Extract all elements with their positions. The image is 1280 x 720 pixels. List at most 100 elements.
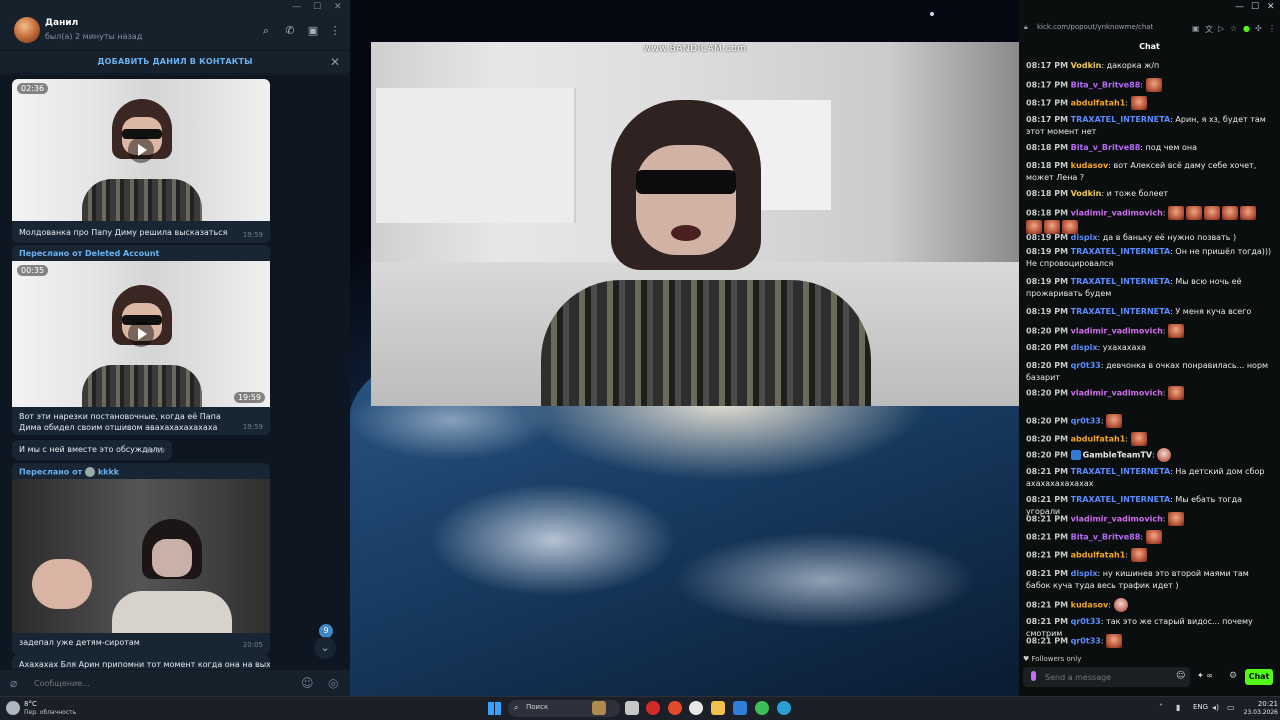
text-message[interactable]: И мы с ней вместе это обсуждали 19:59 [12,440,172,460]
chat-username[interactable]: TRAXATEL_INTERNETA [1071,247,1171,256]
video-thumbnail[interactable] [12,479,270,633]
more-menu-icon[interactable]: ⋮ [1268,24,1276,33]
url-text[interactable]: kick.com/popout/ynknowme/chat [1037,23,1153,31]
emote-icon[interactable] [1240,206,1257,220]
chrome-icon[interactable] [668,701,682,715]
video-thumbnail[interactable]: 00:35 19:59 [12,261,270,407]
close-icon[interactable]: ✕ [334,2,342,12]
video-thumbnail[interactable]: 02:36 [12,79,270,221]
chat-message-list[interactable]: 08:17 PM Vodkin: дакорка ж/п 08:17 PM Bit… [1026,60,1274,650]
chat-message[interactable]: 08:20 PM qr0t33: [1026,414,1274,428]
emote-icon[interactable] [1157,448,1172,462]
puzzle-icon[interactable]: ✣ [1255,24,1262,33]
telegram-icon[interactable] [777,701,791,715]
speaker-icon[interactable]: ◂) [1212,703,1219,712]
attach-icon[interactable]: ⌀ [10,676,17,690]
chat-message[interactable]: 08:18 PM Vodkin: и тоже болеет [1026,188,1274,200]
mic-icon[interactable] [1031,671,1036,681]
minimize-icon[interactable]: — [292,2,301,12]
translate-icon[interactable]: 文 [1205,24,1213,35]
chat-username[interactable]: TRAXATEL_INTERNETA [1071,115,1171,124]
emote-icon[interactable] [1222,206,1239,220]
chat-input-box[interactable]: ☺ [1023,667,1190,687]
play-icon[interactable] [128,137,154,163]
chat-username[interactable]: vladimir_vadimovich [1071,327,1163,336]
emote-icon[interactable] [1106,414,1123,428]
chat-message[interactable]: 08:19 PM TRAXATEL_INTERNETA: Мы всю ночь… [1026,276,1274,300]
chat-username[interactable]: TRAXATEL_INTERNETA [1071,495,1171,504]
chat-message[interactable]: 08:19 PM TRAXATEL_INTERNETA: Он не пришё… [1026,246,1274,270]
chat-message[interactable]: 08:21 PM dispix: ну кишинев это второй м… [1026,568,1274,592]
chat-message[interactable]: 08:21 PM TRAXATEL_INTERNETA: На детский … [1026,466,1274,490]
chat-username[interactable]: Bita_v_Britve88 [1071,533,1141,542]
search-highlight-icon[interactable] [592,701,606,715]
utorrent-icon[interactable] [755,701,769,715]
emote-icon[interactable] [1145,78,1162,92]
windows-start-icon[interactable] [488,702,501,715]
emote-icon[interactable] [1186,206,1203,220]
chat-username[interactable]: Bita_v_Britve88 [1071,81,1141,90]
add-contact-bar[interactable]: ДОБАВИТЬ ДАНИЛ В КОНТАКТЫ ✕ [0,50,350,74]
folder-icon[interactable] [711,701,725,715]
search-icon[interactable]: ⌕ [259,24,273,38]
forwarded-from[interactable]: Переслано от kkkk [19,467,119,477]
avatar[interactable] [14,17,40,43]
chat-username[interactable]: GambleTeamTV [1083,451,1152,460]
gear-icon[interactable]: ⚙ [1229,671,1237,681]
emoji-icon[interactable]: ☺ [1176,671,1185,681]
maximize-icon[interactable]: ☐ [313,2,321,12]
add-contact-label[interactable]: ДОБАВИТЬ ДАНИЛ В КОНТАКТЫ [0,57,350,66]
checkmark-app-icon[interactable] [733,701,747,715]
chat-username[interactable]: abdulfatah1 [1071,435,1126,444]
chat-message[interactable]: 08:17 PM Bita_v_Britve88: [1026,78,1274,92]
emote-icon[interactable] [1130,432,1147,446]
maximize-icon[interactable]: ☐ [1251,2,1259,12]
chat-username[interactable]: qr0t33 [1071,617,1101,626]
chat-username[interactable]: Bita_v_Britve88 [1071,143,1141,152]
chat-username[interactable]: vladimir_vadimovich [1071,209,1163,218]
chat-username[interactable]: kudasov [1071,161,1109,170]
chat-message[interactable]: 08:20 PM GambleTeamTV: [1026,448,1274,462]
clock-date[interactable]: 23.03.2026 [1240,709,1278,716]
webcam-video[interactable]: www.BANDICAM.com [371,42,1019,406]
chat-message[interactable]: 08:17 PM TRAXATEL_INTERNETA: Арин, я хз,… [1026,114,1274,138]
chat-message[interactable]: 08:21 PM qr0t33: [1026,634,1274,648]
chat-username[interactable]: abdulfatah1 [1071,99,1126,108]
video-message[interactable]: Переслано от Deleted Account 00:35 19:59… [12,245,270,435]
kick-extension-icon[interactable]: ● [1243,24,1250,33]
chat-message[interactable]: 08:17 PM Vodkin: дакорка ж/п [1026,60,1274,72]
camera-icon[interactable]: ◎ [328,676,338,690]
video-message[interactable]: Переслано от kkkk задепал уже детям-сиро… [12,463,270,655]
weather-description[interactable]: Пер. облачность [24,709,76,716]
minimize-icon[interactable]: — [1235,2,1244,12]
chat-username[interactable]: qr0t33 [1071,637,1101,646]
message-input[interactable] [34,676,284,690]
address-bar[interactable]: 🔒︎ kick.com/popout/ynknowme/chat [1019,18,1280,38]
microphone-icon[interactable]: ▮ [1176,703,1180,712]
forwarded-from[interactable]: Переслано от Deleted Account [19,249,159,258]
scroll-down-button[interactable]: ⌄ [314,637,336,659]
extension-icon[interactable]: ▣ [1192,24,1200,33]
chat-username[interactable]: dispix [1071,233,1098,242]
chat-message[interactable]: 08:18 PM Bita_v_Britve88: под чем она [1026,142,1274,154]
text-message[interactable]: Ахахахах Бля Арин припомни тот момент ко… [12,655,270,669]
bookmark-icon[interactable]: ☆ [1230,24,1237,33]
play-icon[interactable]: ▷ [1218,24,1224,33]
chat-message[interactable]: 08:20 PM vladimir_vadimovich: [1026,324,1274,338]
chat-username[interactable]: qr0t33 [1071,417,1101,426]
weather-temperature[interactable]: 8°C [24,700,37,708]
emote-icon[interactable] [1168,206,1185,220]
chat-message[interactable]: 08:21 PM abdulfatah1: [1026,548,1274,562]
emoji-icon[interactable]: ☺ [301,676,314,690]
chat-username[interactable]: vladimir_vadimovich [1071,515,1163,524]
more-menu-icon[interactable]: ⋮ [328,24,342,38]
chat-message[interactable]: 08:20 PM dispix: ухахахаха [1026,342,1274,354]
video-message[interactable]: 02:36 Молдованка про Папу Диму решила вы… [12,79,270,243]
clock-time[interactable]: 20:21 [1248,700,1278,708]
language-indicator[interactable]: ENG [1193,703,1208,711]
sidebar-toggle-icon[interactable]: ▣ [306,24,320,38]
chat-username[interactable]: dispix [1071,569,1098,578]
chat-username[interactable]: Vodkin [1071,61,1102,70]
cloud-icon[interactable] [6,701,20,715]
emote-icon[interactable] [1106,634,1123,648]
